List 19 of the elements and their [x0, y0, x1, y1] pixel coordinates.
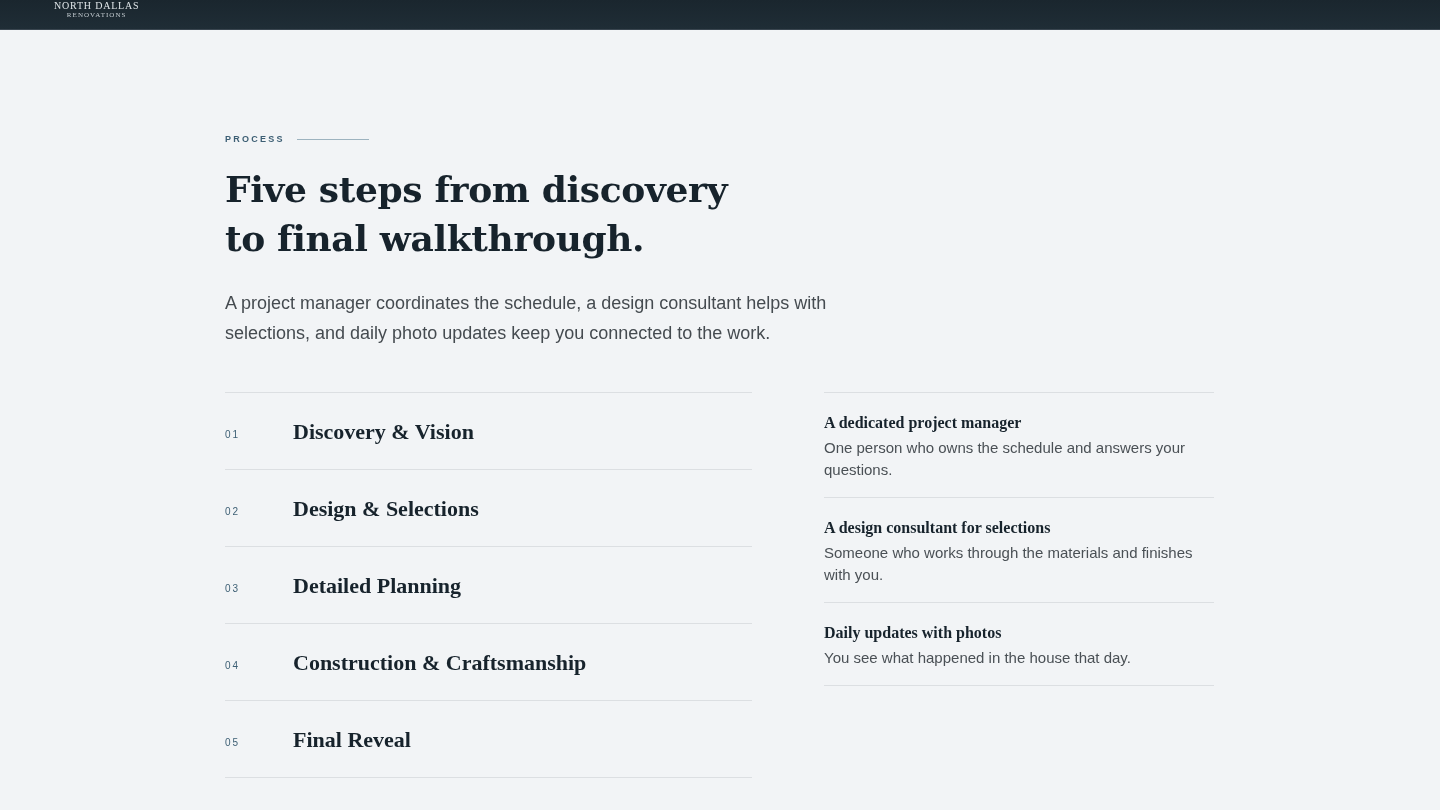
intro-paragraph: A project manager coordinates the schedule, a design consultant helps with selections, and daily photo updates keep you connected to the work. [225, 292, 828, 345]
feature-title: Daily updates with photos [824, 623, 1003, 644]
feature-description: One person who owns the schedule and answers your questions. [824, 438, 1187, 480]
step-number: 01 [225, 427, 242, 442]
section-heading: Five steps from discovery to final walkthrough. [225, 167, 730, 261]
step-number: 02 [225, 504, 242, 519]
step-number: 03 [225, 581, 242, 596]
feature-title: A dedicated project manager [824, 413, 1023, 434]
step-title: Construction & Craftsmanship [293, 648, 587, 677]
step-number: 05 [225, 735, 242, 750]
feature-description: You see what happened in the house that day. [824, 648, 1132, 668]
feature-description: Someone who works through the materials and finishes with you. [824, 543, 1194, 585]
step-title: Design & Selections [293, 494, 479, 523]
step-title: Discovery & Vision [293, 417, 474, 446]
feature-title: A design consultant for selections [824, 518, 1052, 539]
step-title: Detailed Planning [293, 571, 462, 600]
step-number: 04 [225, 658, 242, 673]
step-title: Final Reveal [293, 725, 411, 754]
section-eyebrow: PROCESS [225, 133, 285, 145]
